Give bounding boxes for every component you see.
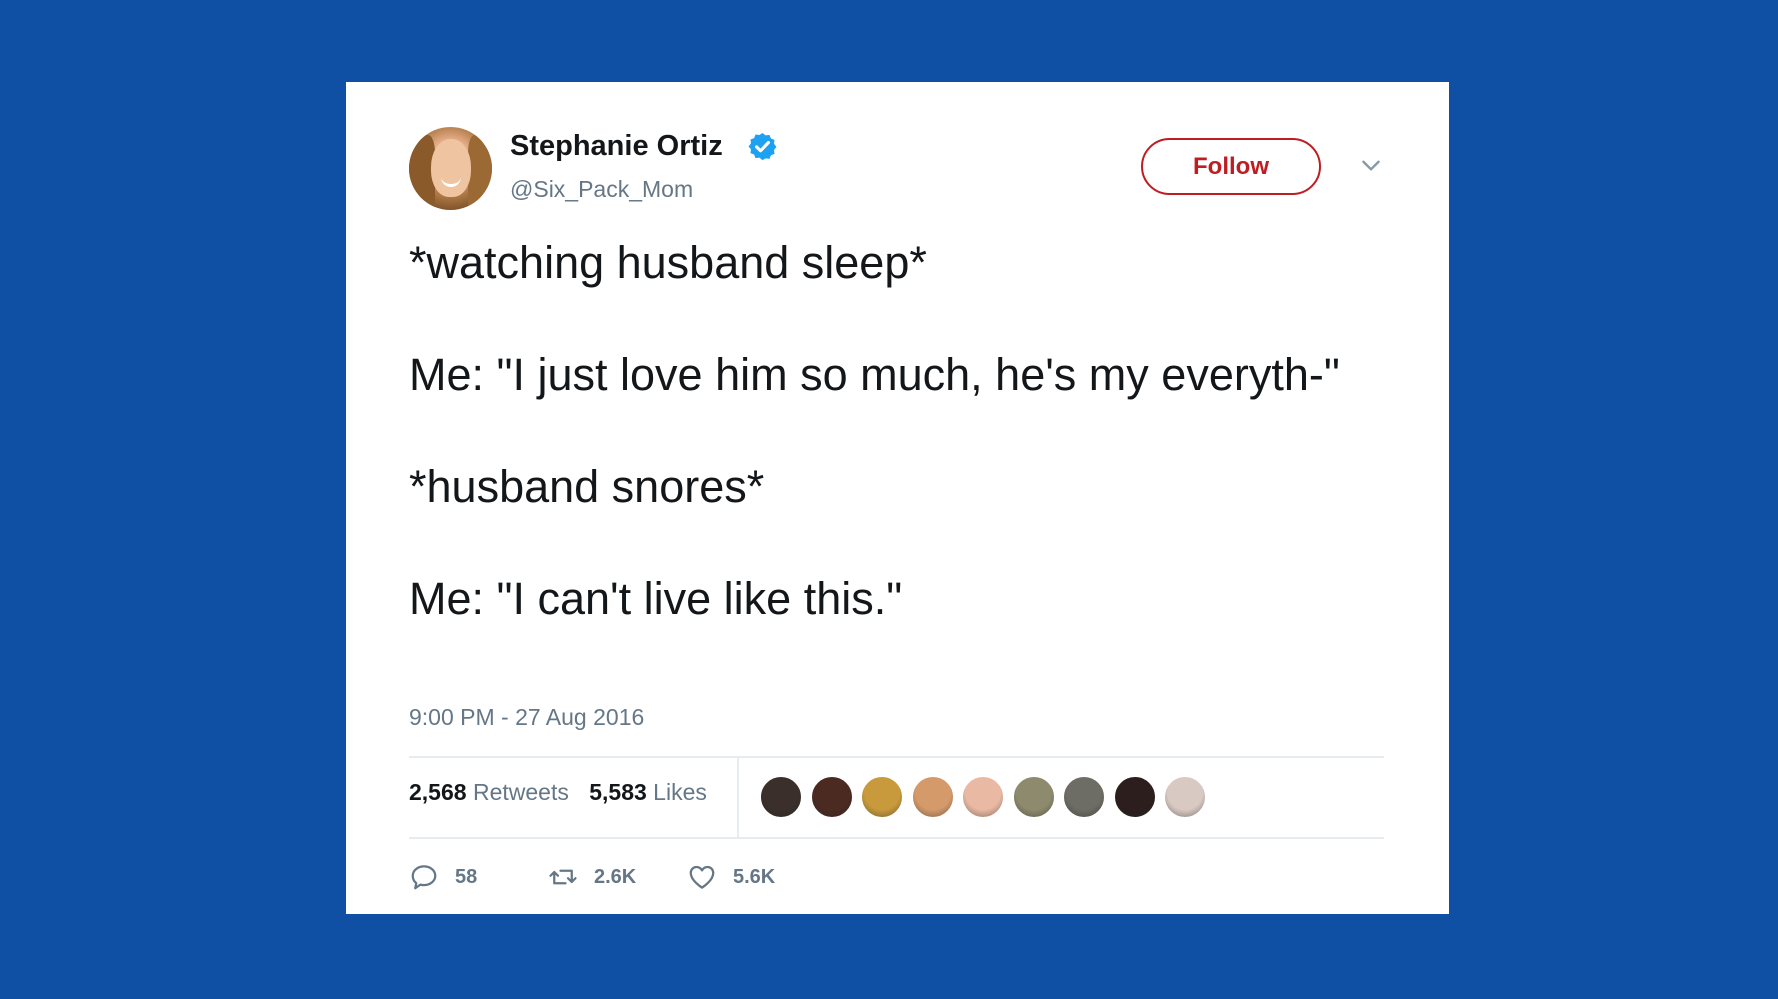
- reply-icon: [411, 865, 437, 890]
- liker-avatar[interactable]: [811, 776, 853, 818]
- liker-avatar[interactable]: [1063, 776, 1105, 818]
- author-handle[interactable]: @Six_Pack_Mom: [510, 176, 693, 203]
- tweet-timestamp[interactable]: 9:00 PM - 27 Aug 2016: [409, 704, 644, 731]
- retweet-count: 2.6K: [594, 865, 637, 888]
- retweets-stat[interactable]: 2,568 Retweets: [409, 779, 569, 805]
- liker-avatar[interactable]: [1164, 776, 1206, 818]
- liker-avatar[interactable]: [1114, 776, 1156, 818]
- tweet-text-line: Me: "I just love him so much, he's my ev…: [409, 349, 1340, 400]
- likes-count: 5,583: [589, 779, 647, 805]
- follow-button[interactable]: Follow: [1141, 138, 1321, 195]
- chevron-down-icon[interactable]: [1358, 152, 1384, 178]
- liker-avatar[interactable]: [760, 776, 802, 818]
- divider: [409, 756, 1384, 758]
- retweet-icon: [549, 869, 577, 885]
- tweet-text: *watching husband sleep* Me: "I just lov…: [409, 235, 1399, 627]
- reply-button[interactable]: 58: [409, 860, 477, 894]
- like-count: 5.6K: [733, 865, 776, 888]
- likes-stat[interactable]: 5,583 Likes: [589, 779, 707, 805]
- tweet-text-line: *husband snores*: [409, 461, 765, 512]
- author-avatar[interactable]: [409, 127, 492, 210]
- liker-avatar[interactable]: [861, 776, 903, 818]
- tweet-text-line: Me: "I can't live like this.": [409, 573, 903, 624]
- reply-count: 58: [455, 865, 478, 888]
- verified-badge-icon: [748, 132, 777, 161]
- like-button[interactable]: 5.6K: [687, 860, 775, 894]
- stats-separator: [737, 758, 739, 837]
- tweet-card: Stephanie Ortiz @Six_Pack_Mom Follow *wa…: [346, 82, 1449, 914]
- author-display-name[interactable]: Stephanie Ortiz: [510, 130, 723, 163]
- retweets-count: 2,568: [409, 779, 467, 805]
- tweet-stats: 2,568 Retweets 5,583 Likes: [409, 779, 707, 806]
- liker-avatar[interactable]: [912, 776, 954, 818]
- tweet-text-line: *watching husband sleep*: [409, 237, 927, 288]
- heart-icon: [689, 865, 715, 889]
- retweet-button[interactable]: 2.6K: [548, 860, 636, 894]
- liker-avatar[interactable]: [1013, 776, 1055, 818]
- retweets-label: Retweets: [472, 779, 569, 805]
- likes-label: Likes: [653, 779, 707, 805]
- divider: [409, 837, 1384, 839]
- liker-avatar[interactable]: [962, 776, 1004, 818]
